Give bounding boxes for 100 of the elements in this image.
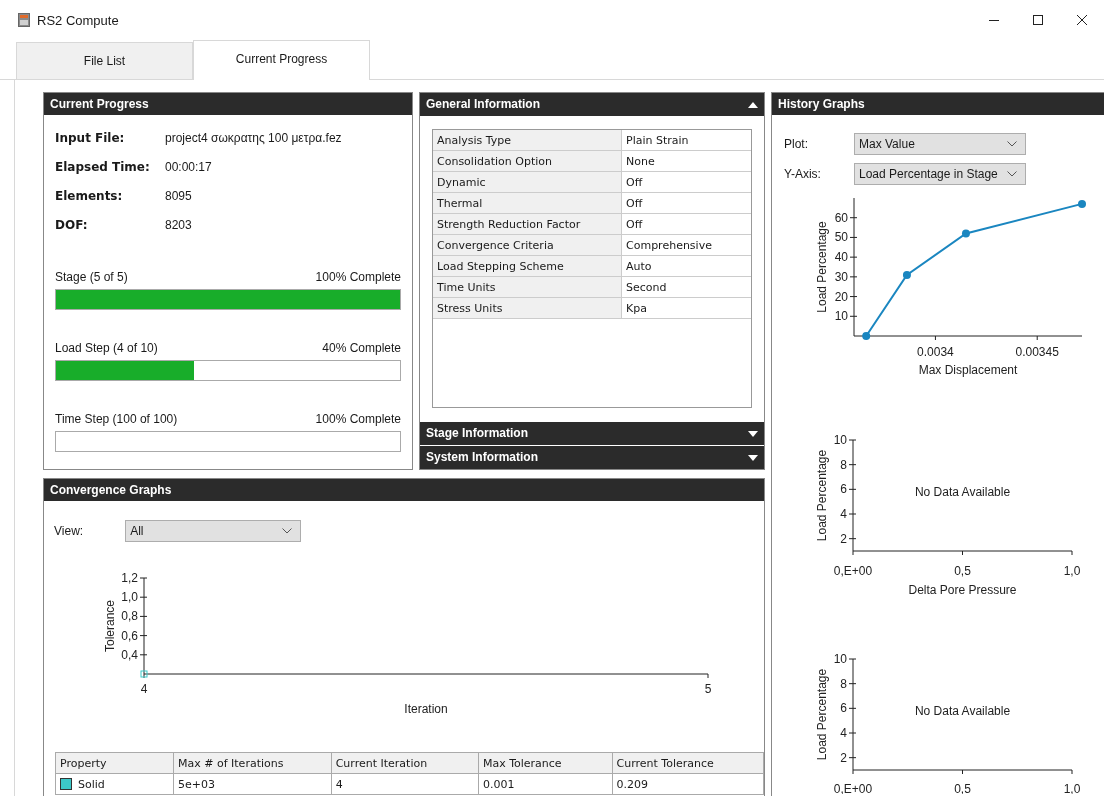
property-name: Stress Units: [433, 297, 622, 319]
dropdown-label: View:: [54, 524, 84, 538]
property-name: Load Stepping Scheme: [433, 255, 622, 277]
dropdown[interactable]: Max Value: [854, 133, 1026, 155]
progress-label: Load Step (4 of 10): [55, 341, 158, 355]
chevron-icon: [1007, 141, 1017, 147]
progress-label: Stage (5 of 5): [55, 270, 128, 284]
expand-arrow-icon[interactable]: [748, 430, 758, 437]
tick-label: 0,5: [954, 782, 971, 794]
data-point: [140, 670, 148, 678]
axis-title: Load Percentage: [815, 668, 829, 761]
field-value: 00:00:17: [165, 160, 213, 176]
dropdown-label: Y-Axis:: [784, 167, 822, 181]
column-header: Current Tolerance: [612, 752, 764, 774]
tick-label: 4: [140, 682, 148, 696]
chevron-icon: [1007, 171, 1017, 177]
section-header[interactable]: Stage Information: [420, 422, 764, 445]
close-icon[interactable]: [1076, 14, 1088, 26]
no-data-message: No Data Available: [914, 703, 1011, 718]
section-header[interactable]: General Information: [420, 93, 764, 116]
tick-label: 2: [840, 750, 847, 765]
axis-title: Max Displacement: [918, 363, 1018, 377]
field-value: project4 σωκρατης 100 μετρα.fez: [165, 131, 343, 147]
data-point: [862, 332, 871, 340]
field-value: 8095: [165, 189, 193, 205]
tick-label: 8: [840, 457, 847, 472]
dropdown-label: Plot:: [784, 137, 809, 151]
app-icon: [18, 13, 30, 27]
data-point: [961, 229, 970, 238]
tick-label: 4: [840, 507, 847, 521]
table-cell: 0.209: [616, 777, 649, 791]
column-header: Max Tolerance: [478, 752, 613, 774]
view-dropdown[interactable]: All: [125, 520, 302, 542]
progress-reading: 100% Complete: [315, 412, 401, 426]
property-value: Plain Strain: [621, 130, 751, 151]
tick-label: 5: [704, 682, 712, 696]
property-name: Thermal: [433, 192, 622, 214]
tick-label: 60: [834, 210, 848, 225]
progress-reading: 40% Complete: [322, 341, 401, 355]
tick-label: 10: [833, 652, 847, 666]
section-header[interactable]: System Information: [420, 446, 764, 469]
tick-label: 30: [834, 269, 848, 284]
maximize-icon[interactable]: [1032, 14, 1044, 26]
tick-label: 10: [834, 309, 848, 324]
property-name: Dynamic: [433, 171, 622, 193]
axis-title: Load Percentage: [815, 449, 829, 542]
tick-label: 2: [840, 531, 847, 546]
axis-title: Load Percentage: [815, 221, 829, 313]
tick-label: 10: [833, 433, 847, 447]
tick-label: 20: [834, 289, 848, 304]
table-cell: 4: [335, 777, 343, 791]
table-cell: 5e+03: [178, 777, 215, 791]
tick-label: 0,4: [121, 647, 138, 662]
tick-label: 40: [834, 250, 848, 265]
tick-label: 0,E+00: [833, 782, 873, 794]
tick-label: 50: [834, 230, 848, 245]
dropdown[interactable]: Load Percentage in Stage: [854, 163, 1026, 185]
tick-label: 1,0: [1063, 782, 1081, 794]
column-header: Current Iteration: [331, 752, 479, 774]
tick-label: 0,E+00: [833, 564, 873, 578]
panel-header: Current Progress: [44, 93, 412, 115]
tick-label: 0.00345: [1015, 345, 1059, 359]
table-cell: 0.001: [482, 777, 515, 791]
tick-label: 8: [840, 676, 847, 691]
tick-label: 6: [840, 701, 847, 716]
table-cell: Solid: [60, 777, 105, 791]
chevron-icon: [282, 528, 293, 534]
property-name: Convergence Criteria: [433, 234, 622, 256]
tick-label: 1,0: [121, 590, 138, 605]
tab[interactable]: Current Progress: [193, 40, 370, 80]
column-header: Max # of Iterations: [173, 752, 332, 774]
tick-label: 1,2: [121, 571, 138, 585]
tab[interactable]: File List: [16, 42, 193, 79]
panel-header: History Graphs: [772, 93, 1104, 115]
progress-label: Time Step (100 of 100): [55, 412, 178, 426]
panel-header: Convergence Graphs: [44, 479, 764, 501]
field-label: DOF:: [55, 218, 89, 234]
axis-title: Delta Pore Pressure: [908, 583, 1017, 597]
tick-label: 0.0034: [917, 345, 954, 359]
field-value: 8203: [165, 218, 193, 234]
column-header: Property: [55, 752, 174, 774]
tick-label: 0,8: [121, 609, 138, 624]
tick-label: 6: [840, 482, 847, 497]
data-point: [1078, 199, 1086, 208]
progress-reading: 100% Complete: [315, 270, 401, 284]
window-title: RS2 Compute: [37, 12, 120, 28]
tick-label: 1,0: [1063, 564, 1081, 578]
field-label: Elements:: [55, 189, 124, 205]
expand-arrow-icon[interactable]: [748, 454, 758, 461]
field-label: Input File:: [55, 131, 126, 147]
data-point: [902, 270, 911, 279]
axis-title: Iteration: [404, 702, 448, 716]
tick-label: 4: [840, 726, 847, 740]
property-name: Consolidation Option: [433, 150, 622, 172]
field-label: Elapsed Time:: [55, 160, 151, 176]
no-data-message: No Data Available: [914, 484, 1011, 499]
property-name: Time Units: [433, 276, 622, 298]
axis-title: Tolerance: [103, 600, 117, 652]
collapse-arrow-icon[interactable]: [748, 101, 758, 108]
tick-label: 0,6: [121, 628, 138, 643]
